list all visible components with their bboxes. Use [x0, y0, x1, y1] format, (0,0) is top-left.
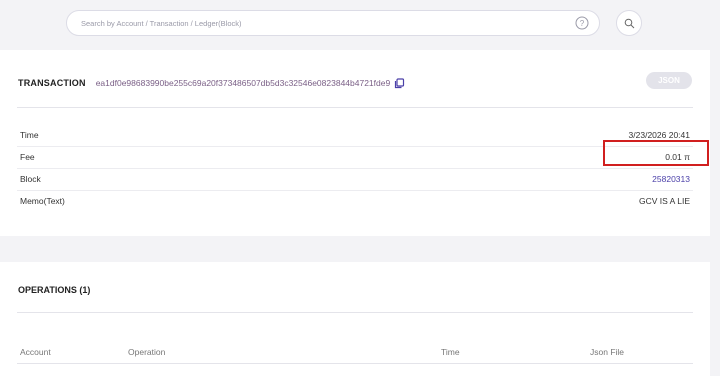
column-header-json-file: Json File [590, 347, 625, 357]
detail-row-time: Time 3/23/2026 20:41 [17, 125, 693, 147]
detail-label: Time [20, 130, 39, 140]
transaction-hash: ea1df0e98683990be255c69a20f373486507db5d… [95, 78, 391, 88]
page: ? TRANSACTION ea1df0e98683990be255c69a20… [0, 0, 720, 376]
block-link[interactable]: 25820313 [652, 174, 690, 184]
search-button[interactable] [616, 10, 642, 36]
operations-card: OPERATIONS (1) Account Operation Time Js… [0, 262, 710, 376]
copy-icon[interactable] [394, 77, 405, 89]
search-box[interactable]: ? [66, 10, 600, 36]
divider [17, 363, 693, 364]
detail-value: 3/23/2026 20:41 [628, 130, 690, 140]
help-circle-icon[interactable]: ? [575, 16, 589, 30]
detail-row-fee: Fee 0.01 π [17, 147, 693, 169]
column-header-account: Account [20, 347, 51, 357]
top-search-bar: ? [0, 0, 720, 47]
operations-title: OPERATIONS (1) [18, 285, 91, 295]
divider [17, 312, 693, 313]
detail-label: Memo(Text) [20, 196, 65, 206]
column-header-time: Time [441, 347, 460, 357]
highlight-box [603, 140, 709, 166]
search-icon [624, 18, 635, 29]
svg-text:?: ? [580, 19, 585, 28]
transaction-header: TRANSACTION ea1df0e98683990be255c69a20f3… [18, 76, 405, 90]
detail-row-memo: Memo(Text) GCV IS A LIE [17, 191, 693, 213]
transaction-title: TRANSACTION [18, 78, 86, 88]
detail-row-block: Block 25820313 [17, 169, 693, 191]
json-button[interactable]: JSON [646, 72, 692, 89]
detail-label: Block [20, 174, 41, 184]
memo-value: GCV IS A LIE [638, 196, 690, 206]
detail-label: Fee [20, 152, 35, 162]
column-header-operation: Operation [128, 347, 166, 357]
divider [17, 107, 693, 108]
search-input[interactable] [81, 11, 561, 35]
